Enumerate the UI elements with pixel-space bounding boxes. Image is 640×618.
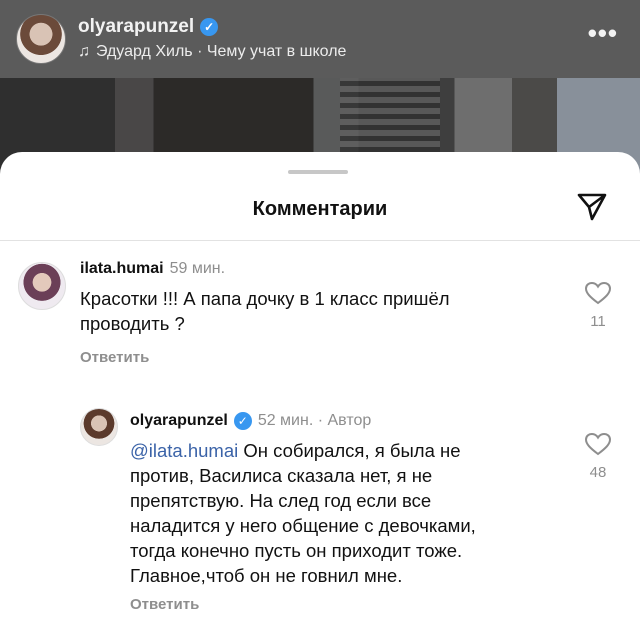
author-label: · Автор	[317, 412, 372, 430]
reply-time: 52 мин.	[257, 412, 314, 430]
verified-icon: ✓	[200, 17, 219, 36]
like-count: 48	[589, 464, 607, 481]
reply-text-line: препятствую. На след год если все	[130, 490, 432, 511]
divider	[0, 240, 640, 241]
like-count: 11	[590, 313, 606, 330]
reply-text-line: Главное,чтоб он не говнил мне.	[130, 565, 403, 586]
reply-text-line: против, Василиса сказала нет, я не	[130, 465, 433, 486]
comment-time: 59 мин.	[169, 260, 226, 277]
verified-icon: ✓	[233, 412, 252, 430]
music-note-icon: ♫	[78, 43, 90, 60]
reply-button[interactable]: Ответить	[130, 596, 199, 613]
post-username-text[interactable]: olyarapunzel	[78, 16, 194, 37]
comment-text-line: проводить ?	[80, 313, 185, 334]
reply-button[interactable]: Ответить	[80, 349, 149, 366]
like-button[interactable]: 11	[583, 281, 613, 330]
heart-icon[interactable]	[584, 432, 612, 456]
post-photo-detail	[340, 78, 440, 158]
heart-icon[interactable]	[584, 281, 612, 305]
reply-meta: olyarapunzel ✓ 52 мин. · Автор	[130, 412, 371, 430]
comment-avatar[interactable]	[18, 262, 66, 310]
reply-text: @ilata.humai Он собирался, я была не про…	[130, 438, 560, 588]
reply-text-line: Он собирался, я была не	[238, 440, 461, 461]
reply-text-line: наладится у него общение с девочками,	[130, 515, 476, 536]
more-icon[interactable]: •••	[588, 18, 618, 49]
post-music-text[interactable]: Эдуард Хиль · Чему учат в школе	[96, 43, 346, 60]
post-avatar[interactable]	[16, 14, 66, 64]
reply-text-line: тогда конечно пусть он приходит тоже.	[130, 540, 463, 561]
post-music[interactable]: ♫ Эдуард Хиль · Чему учат в школе	[78, 43, 346, 61]
comment-text: Красотки !!! А папа дочку в 1 класс приш…	[80, 286, 550, 336]
share-send-icon[interactable]	[576, 190, 608, 222]
mention-link[interactable]: @ilata.humai	[130, 440, 238, 461]
sheet-title: Комментарии	[252, 198, 388, 220]
comment-text-line: Красотки !!! А папа дочку в 1 класс приш…	[80, 288, 450, 309]
drag-handle[interactable]	[288, 170, 348, 174]
comments-sheet: Комментарии ilata.humai 59 мин. Красотки …	[0, 152, 640, 618]
reply-username[interactable]: olyarapunzel	[130, 412, 228, 429]
comment-meta: ilata.humai 59 мин.	[80, 260, 225, 278]
post-username[interactable]: olyarapunzel ✓	[78, 16, 219, 38]
like-button[interactable]: 48	[583, 432, 613, 481]
comment-username[interactable]: ilata.humai	[80, 260, 164, 277]
reply-avatar[interactable]	[80, 408, 118, 446]
post-header: olyarapunzel ✓ ♫ Эдуард Хиль · Чему учат в…	[0, 0, 640, 78]
